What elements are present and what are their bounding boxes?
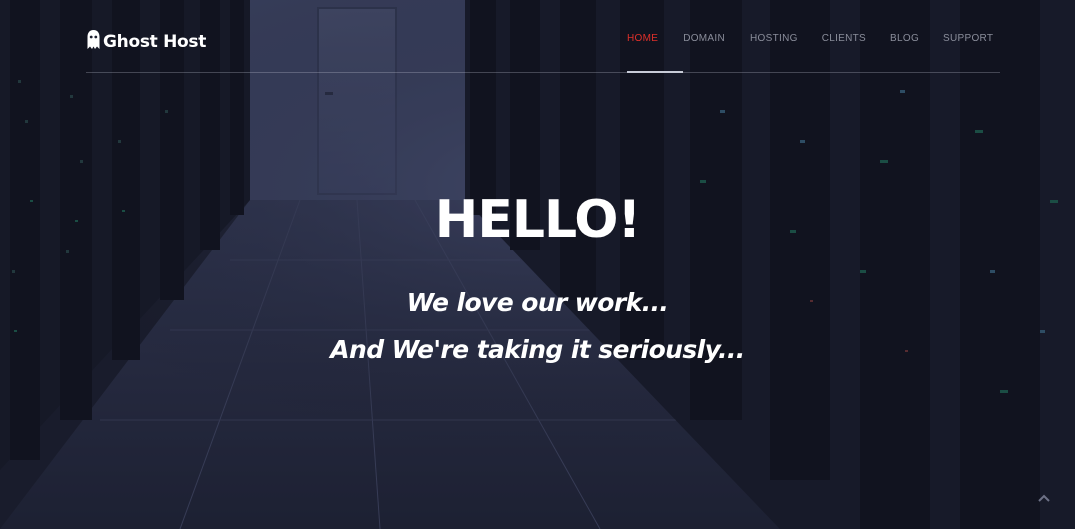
site-header: Ghost Host HOME DOMAIN HOSTING CLIENTS B…: [0, 0, 1075, 74]
nav-hosting[interactable]: HOSTING: [750, 33, 798, 44]
scroll-to-top-button[interactable]: [1036, 491, 1052, 505]
ghost-icon: [86, 29, 101, 56]
hero-tagline-line1: We love our work...: [406, 288, 669, 317]
nav-active-indicator: [627, 71, 683, 73]
hero-headline: HELLO!: [434, 190, 641, 250]
nav-blog[interactable]: BLOG: [890, 33, 919, 44]
hero-tagline-line2: And We're taking it seriously...: [330, 335, 745, 364]
brand-name: Ghost Host: [103, 32, 207, 52]
hero-section: [0, 0, 1075, 529]
brand-logo[interactable]: Ghost Host: [86, 28, 206, 56]
nav-home[interactable]: HOME: [627, 33, 658, 44]
header-divider: [86, 72, 1000, 73]
chevron-up-icon: [1038, 489, 1050, 507]
nav-domain[interactable]: DOMAIN: [683, 33, 725, 44]
nav-support[interactable]: SUPPORT: [943, 33, 993, 44]
main-nav: HOME DOMAIN HOSTING CLIENTS BLOG SUPPORT: [627, 28, 993, 48]
nav-clients[interactable]: CLIENTS: [822, 33, 866, 44]
dark-overlay: [0, 0, 1075, 529]
